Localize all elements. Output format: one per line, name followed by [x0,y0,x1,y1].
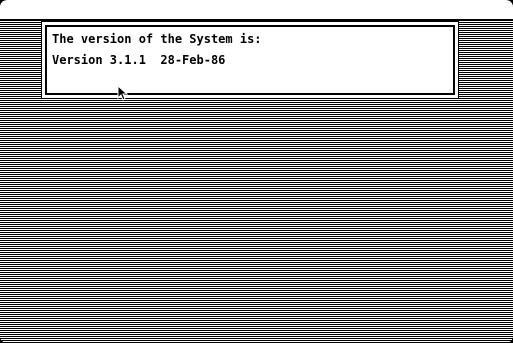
menu-bar[interactable] [0,0,513,20]
dialog-frame: The version of the System is: Version 3.… [45,25,455,95]
dialog-heading: The version of the System is: [52,32,262,46]
arrow-pointer-icon [117,85,129,101]
desktop: The version of the System is: Version 3.… [0,0,513,343]
system-version-text: Version 3.1.1 28-Feb-86 [52,53,226,67]
about-dialog: The version of the System is: Version 3.… [41,21,459,99]
